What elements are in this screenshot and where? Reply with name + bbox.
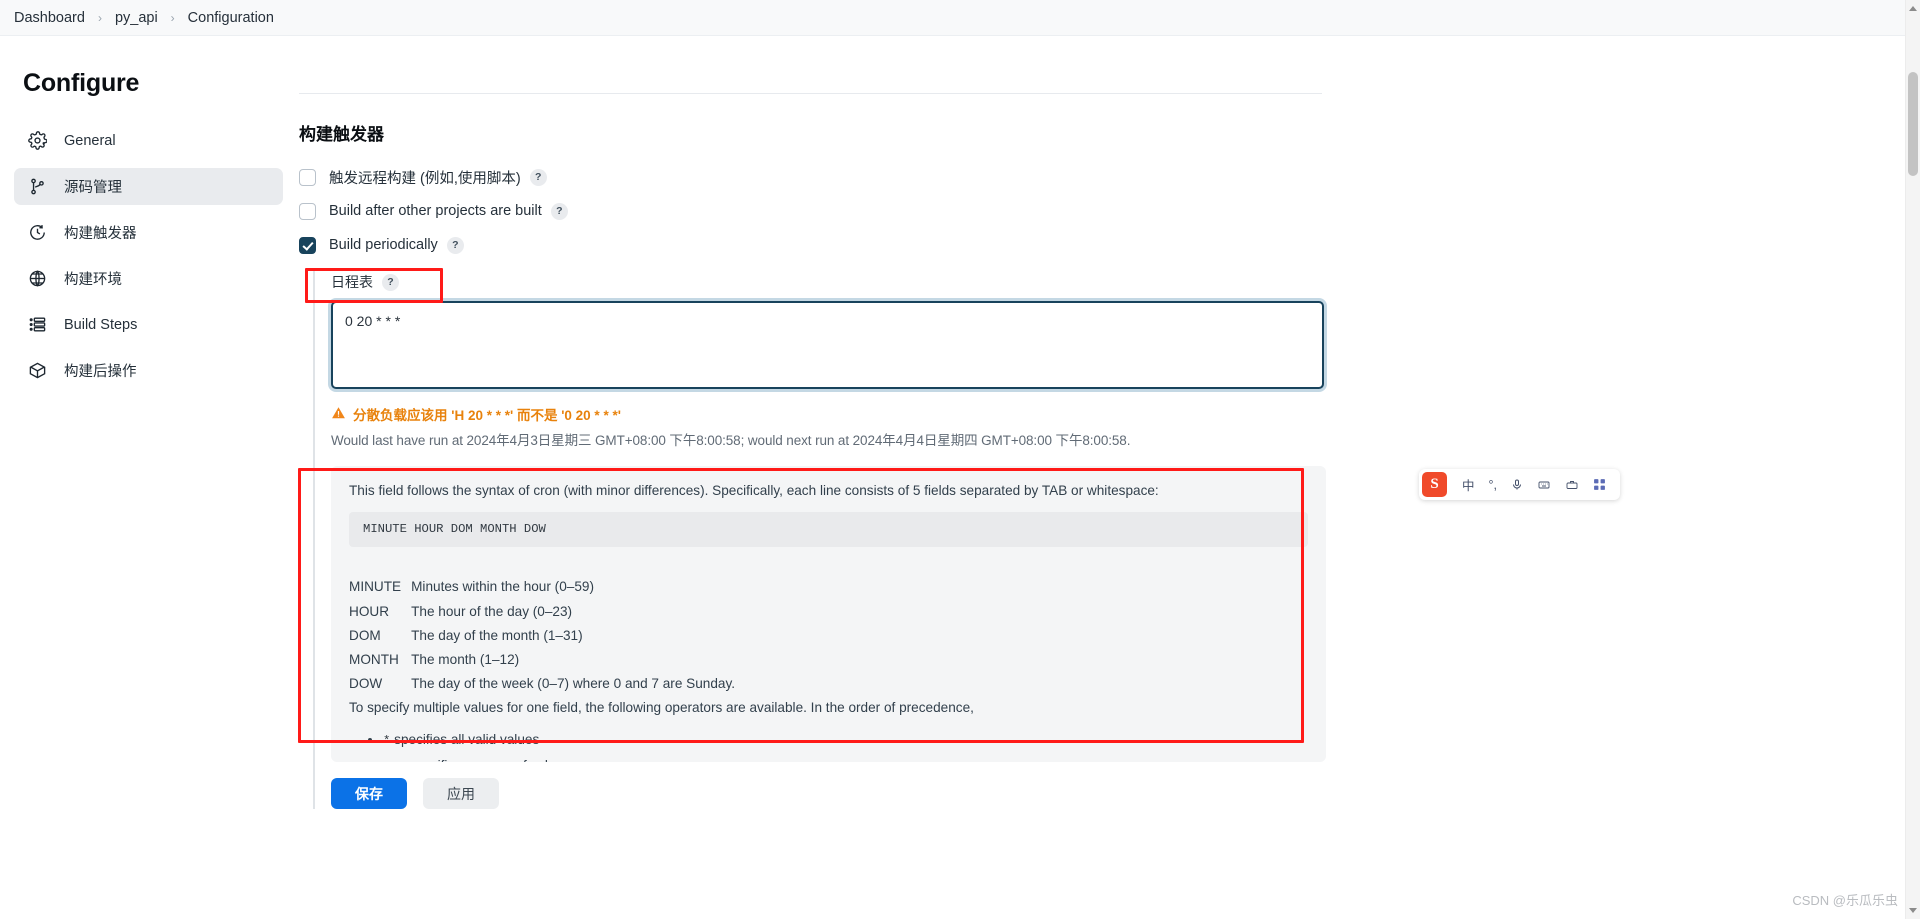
checkbox-trigger-remote-build[interactable] [299,168,316,186]
definition-key: DOW [349,675,383,691]
schedule-warning: 分散负载应该用 'H 20 * * *' 而不是 '0 20 * * *' [331,404,1920,424]
list-item: M-N specifies a range of values [383,755,1308,762]
definition-key: DOM [349,627,381,643]
operator-code: M-N [383,760,405,762]
definition-desc: The day of the week (0–7) where 0 and 7 … [411,675,736,691]
help-code-block: MINUTE HOUR DOM MONTH DOW [349,512,1308,547]
list-item: * specifies all valid values [383,729,1308,751]
definition-desc: The month (1–12) [411,651,520,667]
apply-button[interactable]: 应用 [423,778,499,809]
cron-help-panel: This field follows the syntax of cron (w… [331,466,1326,762]
microphone-icon[interactable] [1511,478,1523,492]
operator-desc: specifies all valid values [390,732,540,748]
checkbox-build-periodically[interactable] [299,236,316,254]
trigger-label: Build after other projects are built [329,203,542,219]
definition-key: MONTH [349,651,399,667]
definition-key: HOUR [349,603,390,619]
keyboard-icon[interactable] [1537,479,1551,491]
breadcrumb-separator-icon: › [97,10,102,25]
sidebar-item-build-triggers[interactable]: 构建触发器 [14,214,283,251]
help-operators-intro: To specify multiple values for one field… [349,700,974,716]
definition-row: MONTH The month (1–12) [349,647,735,671]
sidebar-item-label: 构建触发器 [64,226,137,242]
definition-row: DOM The day of the month (1–31) [349,623,735,647]
watermark: CSDN @乐瓜乐虫 [1792,893,1898,908]
toolbox-icon[interactable] [1565,479,1579,491]
definition-key: MINUTE [349,579,402,595]
definition-desc: The hour of the day (0–23) [411,603,573,619]
main-content: 构建触发器 触发远程构建 (例如,使用脚本) ? Build after oth… [297,36,1920,919]
sidebar-item-label: Build Steps [64,316,138,333]
section-title-build-triggers: 构建触发器 [299,125,384,144]
sidebar-item-label: 构建后操作 [64,364,137,380]
help-icon[interactable]: ? [529,168,547,186]
sidebar-item-source-management[interactable]: 源码管理 [14,168,283,205]
definition-desc: The day of the month (1–31) [411,627,583,643]
vertical-scrollbar[interactable] [1905,0,1920,919]
breadcrumb-item-dashboard[interactable]: Dashboard [14,10,85,26]
sidebar-item-label: 构建环境 [64,272,122,288]
help-icon[interactable]: ? [550,202,568,220]
scrollbar-thumb[interactable] [1908,72,1918,176]
sidebar-item-post-build-actions[interactable]: 构建后操作 [14,352,283,389]
help-icon[interactable]: ? [446,236,464,254]
content-divider [299,93,1322,94]
trigger-label: Build periodically [329,237,438,253]
breadcrumb: Dashboard › py_api › Configuration [0,0,1920,36]
page-layout: Configure General 源码管理 构建触发器 构建环境 Build … [0,36,1920,919]
form-actions: 保存 应用 [331,778,1920,809]
definition-row: HOUR The hour of the day (0–23) [349,599,735,623]
trigger-label: 触发远程构建 (例如,使用脚本) [329,170,521,187]
sogou-logo-icon[interactable]: S [1422,472,1447,497]
sidebar-item-general[interactable]: General [14,122,283,159]
sidebar-item-label: 源码管理 [64,180,122,196]
ime-punctuation-toggle[interactable]: °, [1489,478,1497,492]
trigger-row-remote-build[interactable]: 触发远程构建 (例如,使用脚本) ? [299,167,1920,187]
globe-icon [24,268,50,290]
warning-triangle-icon [331,406,346,423]
schedule-label-text: 日程表 [331,274,373,290]
warning-text: 分散负载应该用 'H 20 * * *' 而不是 '0 20 * * *' [353,408,621,423]
operator-desc: specifies a range of values [405,758,570,762]
breadcrumb-item-project[interactable]: py_api [115,10,158,26]
trigger-row-build-after-other-projects[interactable]: Build after other projects are built ? [299,201,1920,221]
package-icon [24,360,50,382]
cron-field-definitions: MINUTE Minutes within the hour (0–59) HO… [349,575,735,695]
next-run-text: Would last have run at 2024年4月3日星期三 GMT+… [331,433,1131,448]
ime-toolbar[interactable]: S 中 °, [1419,469,1620,500]
schedule-input[interactable] [331,301,1324,389]
definition-row: MINUTE Minutes within the hour (0–59) [349,575,735,599]
source-branch-icon [24,176,50,198]
sidebar-item-build-steps[interactable]: Build Steps [14,306,283,343]
sidebar: Configure General 源码管理 构建触发器 构建环境 Build … [0,36,297,919]
scroll-up-arrow-icon[interactable] [1909,6,1917,11]
list-icon [24,314,50,336]
gear-icon [24,130,50,152]
cron-operators-list: * specifies all valid values M-N specifi… [349,729,1308,762]
checkbox-build-after-other-projects[interactable] [299,202,316,220]
page-title: Configure [23,69,140,97]
breadcrumb-separator-icon: › [170,10,175,25]
clock-icon [24,222,50,244]
scroll-down-arrow-icon[interactable] [1909,908,1917,913]
help-intro: This field follows the syntax of cron (w… [349,483,1159,498]
save-button[interactable]: 保存 [331,778,407,809]
help-icon[interactable]: ? [382,273,399,291]
definition-row: DOW The day of the week (0–7) where 0 an… [349,671,735,695]
breadcrumb-item-configuration[interactable]: Configuration [188,10,274,26]
sidebar-item-build-environment[interactable]: 构建环境 [14,260,283,297]
schedule-field-label: 日程表 ? [331,272,1920,292]
schedule-section: 日程表 ? 分散负载应该用 'H 20 * * *' 而不是 '0 20 * *… [313,269,1920,809]
sidebar-item-label: General [64,132,116,149]
apps-icon[interactable] [1593,478,1606,491]
definition-desc: Minutes within the hour (0–59) [411,579,594,595]
trigger-row-build-periodically[interactable]: Build periodically ? [299,235,1920,255]
ime-mode-toggle[interactable]: 中 [1462,475,1475,494]
